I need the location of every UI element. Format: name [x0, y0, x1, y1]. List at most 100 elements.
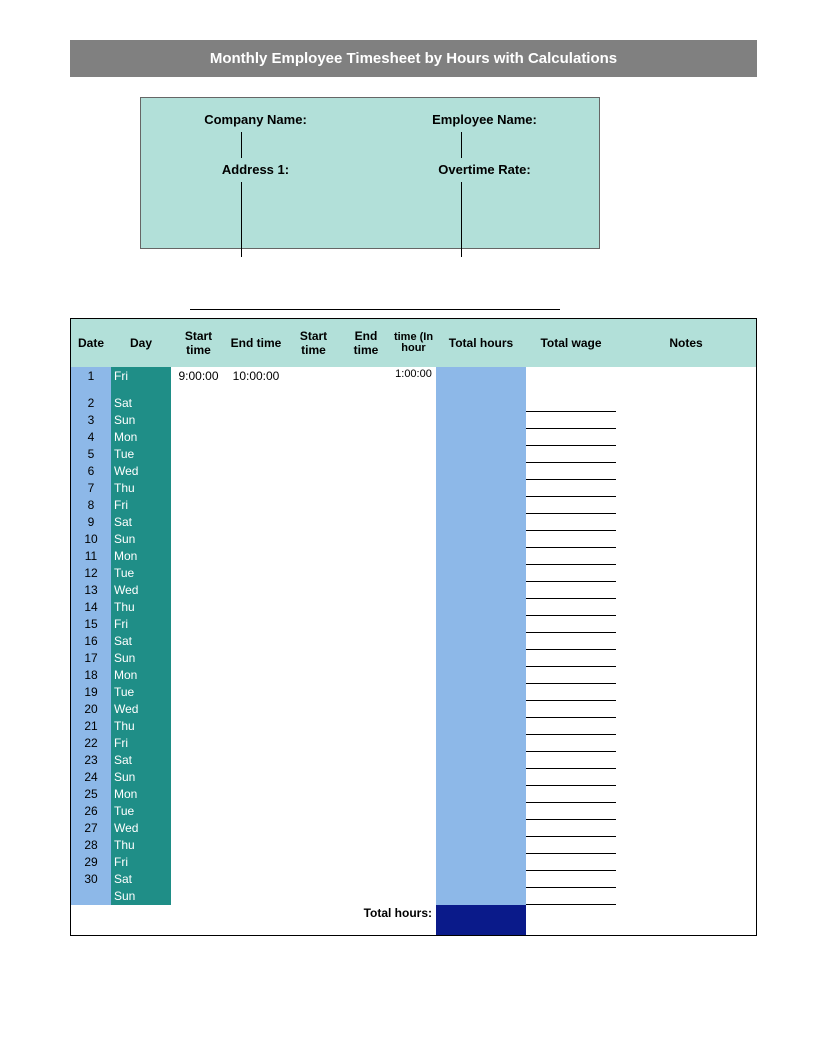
day-cell: Sun — [111, 412, 171, 429]
start-time-2-cell — [286, 446, 341, 463]
table-row: 11Mon — [71, 548, 756, 565]
total-wage-cell — [526, 565, 616, 582]
start-time-2-cell — [286, 718, 341, 735]
table-row: 20Wed — [71, 701, 756, 718]
time-in-hour-cell — [391, 854, 436, 871]
start-time-2-cell — [286, 769, 341, 786]
end-time-cell: 10:00:00 — [226, 367, 286, 395]
day-cell: Wed — [111, 582, 171, 599]
day-cell: Thu — [111, 480, 171, 497]
time-in-hour-cell — [391, 701, 436, 718]
total-wage-cell — [526, 752, 616, 769]
start-time-2-cell — [286, 412, 341, 429]
start-time-2-cell — [286, 854, 341, 871]
notes-cell — [616, 820, 756, 837]
end-time-2-cell — [341, 395, 391, 412]
table-row: 25Mon — [71, 786, 756, 803]
day-cell: Mon — [111, 786, 171, 803]
end-time-cell — [226, 871, 286, 888]
time-in-hour-cell — [391, 837, 436, 854]
divider — [461, 182, 462, 257]
total-hours-cell — [436, 531, 526, 548]
total-hours-cell — [436, 837, 526, 854]
day-cell: Sun — [111, 531, 171, 548]
day-cell: Mon — [111, 548, 171, 565]
table-row: 29Fri — [71, 854, 756, 871]
end-time-2-cell — [341, 650, 391, 667]
start-time-2-cell — [286, 803, 341, 820]
start-time-cell — [171, 854, 226, 871]
total-wage-cell — [526, 599, 616, 616]
overtime-rate-label: Overtime Rate: — [370, 158, 599, 208]
day-cell: Mon — [111, 429, 171, 446]
start-time-cell — [171, 446, 226, 463]
table-row: 24Sun — [71, 769, 756, 786]
table-row: 21Thu — [71, 718, 756, 735]
table-row: 22Fri — [71, 735, 756, 752]
end-time-cell — [226, 769, 286, 786]
total-wage-cell — [526, 412, 616, 429]
time-in-hour-cell — [391, 429, 436, 446]
time-in-hour-cell — [391, 599, 436, 616]
start-time-2-cell — [286, 650, 341, 667]
total-wage-cell — [526, 786, 616, 803]
table-header-row: Date Day Start time End time Start time … — [71, 319, 756, 367]
start-time-2-cell — [286, 616, 341, 633]
time-in-hour-cell — [391, 582, 436, 599]
start-time-2-cell — [286, 395, 341, 412]
header-day: Day — [111, 336, 171, 350]
total-wage-cell — [526, 514, 616, 531]
divider — [241, 132, 242, 158]
notes-cell — [616, 837, 756, 854]
total-hours-cell — [436, 616, 526, 633]
start-time-2-cell — [286, 599, 341, 616]
total-wage-cell — [526, 446, 616, 463]
date-cell: 26 — [71, 803, 111, 820]
notes-cell — [616, 752, 756, 769]
end-time-cell — [226, 429, 286, 446]
start-time-cell — [171, 735, 226, 752]
end-time-cell — [226, 531, 286, 548]
end-time-2-cell — [341, 616, 391, 633]
notes-cell — [616, 582, 756, 599]
date-cell: 14 — [71, 599, 111, 616]
date-cell: 28 — [71, 837, 111, 854]
total-hours-cell — [436, 854, 526, 871]
header-timein: time (In hour — [391, 332, 436, 354]
day-cell: Sun — [111, 650, 171, 667]
notes-cell — [616, 531, 756, 548]
notes-cell — [616, 684, 756, 701]
time-in-hour-cell — [391, 548, 436, 565]
page-title: Monthly Employee Timesheet by Hours with… — [210, 50, 617, 67]
start-time-2-cell — [286, 565, 341, 582]
start-time-2-cell — [286, 888, 341, 905]
day-cell: Sat — [111, 633, 171, 650]
table-row: 10Sun — [71, 531, 756, 548]
start-time-2-cell — [286, 667, 341, 684]
start-time-cell — [171, 599, 226, 616]
total-hours-cell — [436, 633, 526, 650]
time-in-hour-cell — [391, 412, 436, 429]
start-time-cell — [171, 803, 226, 820]
time-in-hour-cell — [391, 888, 436, 905]
page: Monthly Employee Timesheet by Hours with… — [0, 0, 817, 976]
end-time-cell — [226, 701, 286, 718]
end-time-cell — [226, 820, 286, 837]
total-wage-cell — [526, 769, 616, 786]
table-row: 27Wed — [71, 820, 756, 837]
time-in-hour-cell — [391, 463, 436, 480]
table-row: 19Tue — [71, 684, 756, 701]
time-in-hour-cell — [391, 531, 436, 548]
total-hours-cell — [436, 429, 526, 446]
end-time-2-cell — [341, 412, 391, 429]
table-row: 14Thu — [71, 599, 756, 616]
total-wage-cell — [526, 803, 616, 820]
time-in-hour-cell — [391, 650, 436, 667]
day-cell: Sat — [111, 514, 171, 531]
end-time-cell — [226, 667, 286, 684]
time-in-hour-cell — [391, 565, 436, 582]
start-time-2-cell — [286, 429, 341, 446]
day-cell: Fri — [111, 616, 171, 633]
notes-cell — [616, 395, 756, 412]
date-cell: 20 — [71, 701, 111, 718]
